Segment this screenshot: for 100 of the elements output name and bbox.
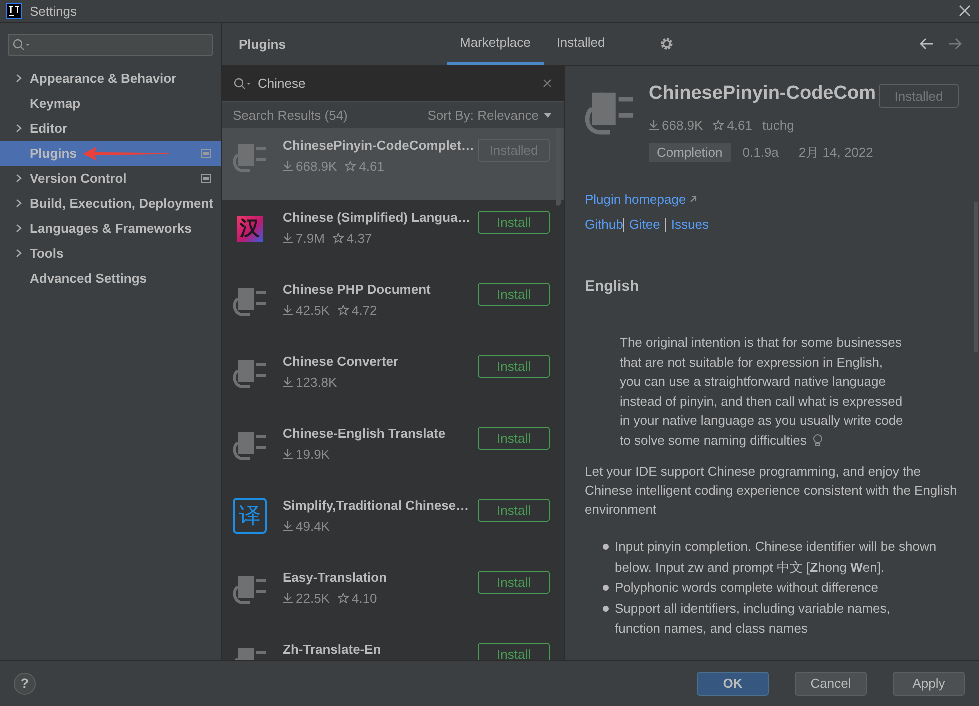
clear-icon[interactable]	[543, 79, 552, 88]
sidebar-item[interactable]: Build, Execution, Deployment	[0, 191, 221, 216]
tab[interactable]: Installed	[544, 23, 618, 65]
chevron-icon	[16, 74, 22, 83]
download-icon	[283, 305, 293, 316]
chevron-icon	[16, 224, 22, 233]
separator	[665, 218, 666, 232]
search-icon	[234, 78, 252, 90]
chevron-icon	[16, 124, 22, 133]
category-tag[interactable]: Completion	[649, 143, 731, 162]
plugin-row[interactable]: Chinese Converter 123.8K Install	[222, 344, 564, 416]
sort-dropdown[interactable]: Sort By: Relevance	[428, 108, 552, 122]
install-button[interactable]: Install	[478, 211, 550, 234]
bullet-text: Polyphonic words complete without difference	[615, 579, 879, 597]
sidebar-item[interactable]: Keymap	[0, 91, 221, 116]
section-heading: English	[585, 278, 640, 295]
app-icon: 译	[233, 498, 267, 534]
plugin-row[interactable]: 汉 Chinese (Simplified) Langua… 7.9M 4.37 Install	[222, 200, 564, 272]
page-title: Plugins	[239, 36, 287, 52]
back-arrow-icon[interactable]	[920, 38, 934, 50]
plugin-name: Easy-Translation	[283, 570, 388, 585]
install-button[interactable]: Installed	[879, 84, 959, 108]
sidebar-item[interactable]: Plugins	[0, 141, 221, 166]
dialog-button[interactable]: Cancel	[795, 672, 867, 696]
download-icon	[283, 521, 293, 532]
external-link-icon	[690, 196, 698, 203]
settings-icon[interactable]	[660, 37, 674, 51]
link[interactable]: Issues	[671, 217, 709, 232]
sidebar-item[interactable]: Advanced Settings	[0, 266, 221, 291]
download-count: 7.9M	[283, 231, 325, 246]
sidebar-item[interactable]: Languages & Frameworks	[0, 216, 221, 241]
project-level-icon	[201, 149, 211, 158]
chevron-icon	[16, 174, 22, 183]
scrollbar[interactable]	[556, 128, 561, 206]
plugin-row[interactable]: Easy-Translation 22.5K 4.10 Install	[222, 560, 564, 632]
separator	[623, 218, 624, 232]
app-logo-icon	[6, 3, 22, 19]
rating: 4.61	[713, 118, 753, 133]
bullet-icon	[603, 544, 609, 550]
star-icon	[345, 161, 356, 172]
quote-line: that are not suitable for expression in English,	[620, 354, 884, 372]
homepage-link[interactable]: Plugin homepage	[585, 192, 979, 207]
install-button[interactable]: Install	[478, 499, 550, 522]
plugin-name: Chinese PHP Document	[283, 282, 432, 297]
install-button[interactable]: Install	[478, 427, 550, 450]
release-date: 2月 14, 2022	[798, 144, 874, 162]
download-count: 668.9K	[649, 118, 704, 133]
plugin-name: Zh-Translate-En	[283, 642, 382, 657]
download-count: 19.9K	[283, 447, 330, 462]
sidebar-item[interactable]: Version Control	[0, 166, 221, 191]
close-icon[interactable]	[959, 5, 971, 17]
install-button[interactable]: Install	[478, 355, 550, 378]
results-count: Search Results (54)	[233, 108, 348, 122]
link[interactable]: Github	[585, 217, 624, 232]
download-icon	[283, 377, 293, 388]
download-icon	[283, 161, 293, 172]
dialog-button[interactable]: Apply	[893, 672, 965, 696]
plugin-row[interactable]: Chinese-English Translate 19.9K Install	[222, 416, 564, 488]
search-field[interactable]	[8, 34, 213, 56]
plugin-name: ChinesePinyin-CodeComplet…	[283, 138, 476, 153]
chevron-icon	[16, 249, 22, 258]
download-icon	[283, 449, 293, 460]
quote-line: you can use a straightforward native language	[620, 373, 886, 391]
install-button[interactable]: Install	[478, 643, 550, 660]
download-icon	[283, 233, 293, 244]
link[interactable]: Gitee	[629, 217, 660, 232]
rating: 4.10	[338, 591, 378, 606]
forward-arrow-icon[interactable]	[948, 38, 962, 50]
lightbulb-icon	[812, 434, 823, 447]
download-count: 49.4K	[283, 519, 330, 534]
star-icon	[338, 305, 349, 316]
bullet-icon	[603, 585, 609, 591]
sidebar-item[interactable]: Editor	[0, 116, 221, 141]
plugin-row[interactable]: Zh-Translate-En Install	[222, 632, 564, 660]
help-button[interactable]: ?	[14, 672, 36, 694]
quote-line: The original intention is that for some businesses	[620, 334, 902, 352]
sidebar-item[interactable]: Appearance & Behavior	[0, 66, 221, 91]
plugin-name: Chinese-English Translate	[283, 426, 447, 441]
quote-line: to solve some naming difficulties	[620, 432, 807, 450]
install-button[interactable]: Install	[478, 571, 550, 594]
rating: 4.37	[332, 231, 372, 246]
version: 0.1.9a	[742, 145, 779, 160]
author: tuchg	[762, 118, 794, 133]
star-icon	[332, 233, 344, 244]
dialog-button[interactable]: OK	[697, 672, 769, 696]
plugin-row[interactable]: Chinese PHP Document 42.5K 4.72 Install	[222, 272, 564, 344]
plugin-row[interactable]: 译 Simplify,Traditional Chinese… 49.4K Install	[222, 488, 564, 560]
download-count: 42.5K	[283, 303, 330, 318]
bullet-icon	[603, 606, 609, 612]
sidebar-item[interactable]: Tools	[0, 241, 221, 266]
project-level-icon	[201, 174, 211, 183]
rating: 4.72	[338, 303, 378, 318]
install-button[interactable]: Install	[478, 283, 550, 306]
plugin-name: Chinese Converter	[283, 354, 400, 369]
caret-icon	[544, 112, 552, 118]
bullet-text: Support all identifiers, including variable names, function names, and class names	[615, 600, 892, 638]
chevron-icon	[16, 199, 22, 208]
search-field[interactable]: Chinese	[222, 66, 564, 102]
plugin-name: Simplify,Traditional Chinese…	[283, 498, 470, 513]
quote-line: in your native language as you usually write code	[620, 412, 904, 430]
